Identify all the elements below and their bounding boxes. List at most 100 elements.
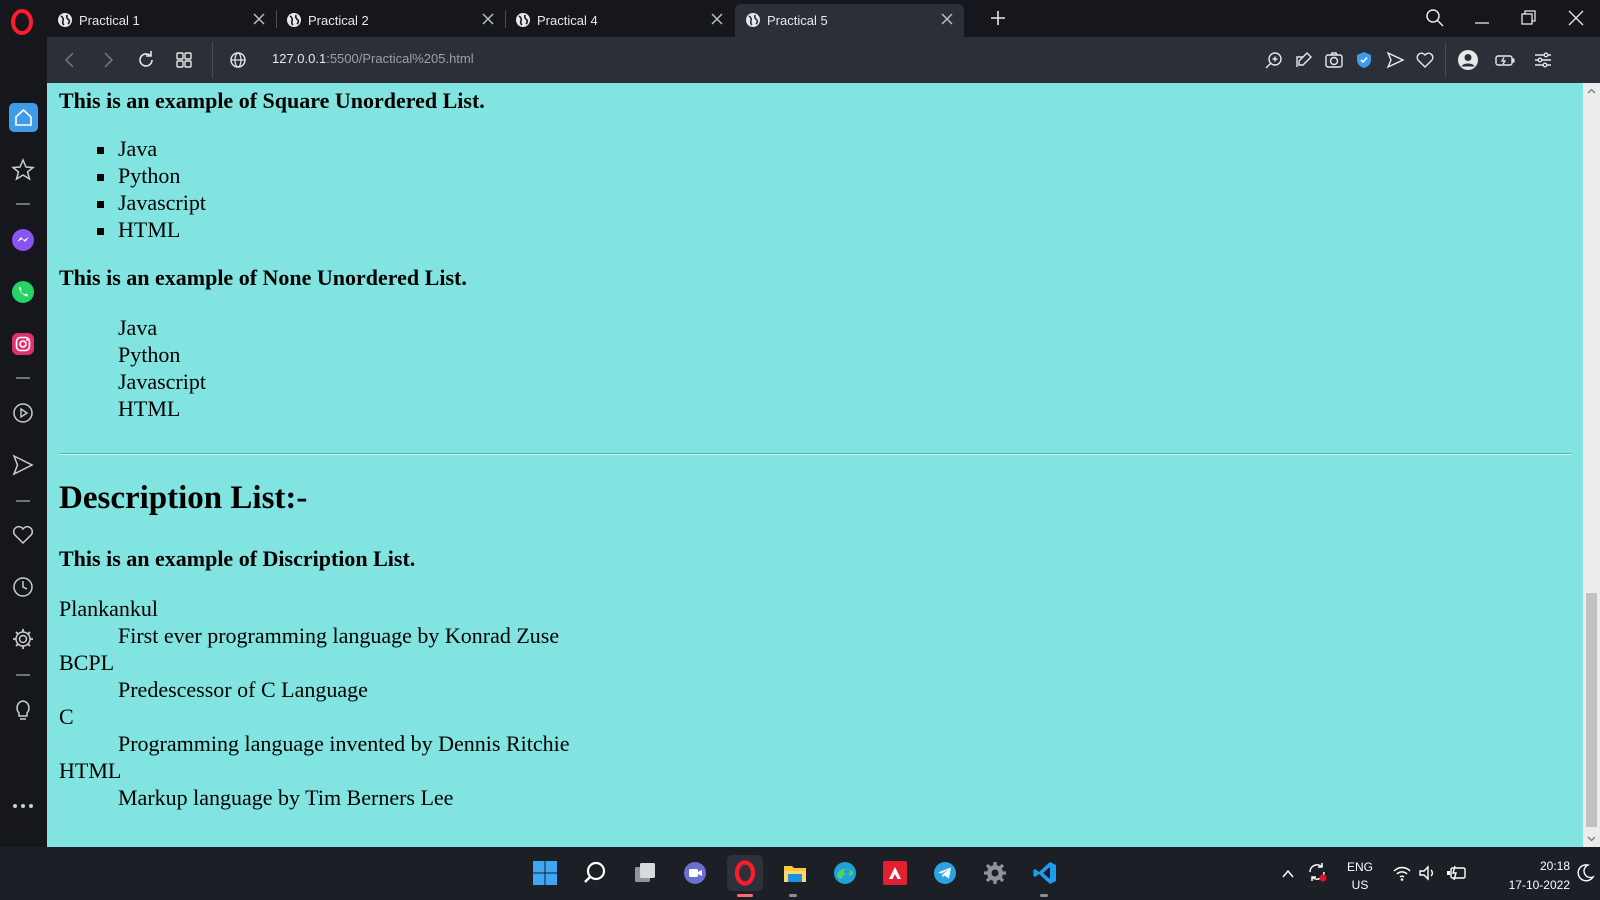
- back-icon[interactable]: [59, 49, 81, 71]
- square-bullet: [97, 201, 104, 208]
- telegram-icon: [934, 862, 956, 884]
- taskbar-search-button[interactable]: [577, 855, 613, 891]
- share-edit-icon[interactable]: [1293, 49, 1315, 71]
- scroll-up-icon[interactable]: [1587, 87, 1596, 96]
- running-indicator: [789, 894, 797, 897]
- new-tab-icon[interactable]: [988, 8, 1008, 28]
- snapshot-camera-icon[interactable]: [1323, 49, 1345, 71]
- description-term: BCPL: [59, 650, 115, 675]
- square-list-item: Java: [118, 136, 158, 161]
- zoom-icon[interactable]: [1263, 49, 1285, 71]
- send-icon[interactable]: [1384, 49, 1406, 71]
- edge-icon: [834, 862, 856, 884]
- whatsapp-icon[interactable]: [10, 279, 36, 305]
- profile-avatar-icon[interactable]: [1457, 49, 1479, 71]
- sync-alert-icon[interactable]: [1306, 861, 1328, 883]
- none-list-item: Java: [118, 315, 158, 340]
- square-bullet: [97, 228, 104, 235]
- teams-chat-button[interactable]: [677, 855, 713, 891]
- battery-saver-icon[interactable]: [1494, 49, 1516, 71]
- address-field[interactable]: 127.0.0.1:5500/Practical%205.html: [272, 51, 474, 66]
- close-tab-icon[interactable]: [252, 12, 266, 26]
- lightbulb-icon[interactable]: [10, 697, 36, 723]
- settings-gear-icon[interactable]: [10, 626, 36, 652]
- history-clock-icon[interactable]: [10, 574, 36, 600]
- square-bullet: [97, 174, 104, 181]
- tab-title: Practical 2: [308, 13, 369, 28]
- task-view-button[interactable]: [627, 855, 663, 891]
- reload-icon[interactable]: [135, 49, 157, 71]
- tab-practical-1[interactable]: Practical 1: [47, 4, 276, 37]
- clock-time[interactable]: 20:18: [1470, 859, 1570, 873]
- more-options-icon[interactable]: [10, 793, 36, 819]
- show-hidden-icons-chevron-icon[interactable]: [1281, 867, 1295, 881]
- input-region[interactable]: US: [1340, 878, 1380, 892]
- opera-icon: [734, 860, 756, 886]
- description-list-heading: This is an example of Discription List.: [59, 546, 416, 571]
- square-list-item: HTML: [118, 217, 181, 242]
- opera-logo-icon[interactable]: [8, 8, 36, 36]
- easy-setup-icon[interactable]: [1532, 49, 1554, 71]
- opera-active-indicator: [737, 894, 753, 897]
- vscode-icon: [1033, 862, 1056, 884]
- sidebar-separator: [16, 203, 30, 205]
- clock-date[interactable]: 17-10-2022: [1470, 878, 1570, 892]
- restore-icon[interactable]: [1518, 7, 1540, 29]
- tab-practical-4[interactable]: Practical 4: [505, 4, 734, 37]
- globe-icon: [287, 13, 301, 27]
- wifi-icon[interactable]: [1392, 864, 1412, 882]
- search-icon: [584, 861, 606, 883]
- address-toolbar: 127.0.0.1:5500/Practical%205.html: [47, 37, 1600, 83]
- windows-logo-icon: [533, 861, 557, 885]
- file-explorer-button[interactable]: [777, 855, 813, 891]
- square-bullet: [97, 147, 104, 154]
- tab-overview-icon[interactable]: [173, 49, 195, 71]
- scrollbar-thumb[interactable]: [1586, 593, 1597, 827]
- battery-charging-icon[interactable]: [1446, 864, 1468, 882]
- square-list-item: Python: [118, 163, 181, 188]
- messenger-icon[interactable]: [10, 227, 36, 253]
- close-tab-icon[interactable]: [481, 12, 495, 26]
- search-tabs-icon[interactable]: [1424, 7, 1446, 29]
- amd-software-button[interactable]: [877, 855, 913, 891]
- site-info-globe-icon[interactable]: [227, 49, 249, 71]
- sidebar-home-button[interactable]: [9, 103, 38, 132]
- close-tab-icon[interactable]: [710, 12, 724, 26]
- speed-dial-star-icon[interactable]: [10, 157, 36, 183]
- description-list-title: Description List:-: [59, 480, 308, 516]
- page-scrollbar[interactable]: [1583, 83, 1600, 847]
- instagram-icon[interactable]: [10, 331, 36, 357]
- taskbar-opera-button[interactable]: [727, 855, 763, 891]
- task-view-icon: [635, 863, 655, 882]
- none-list-item: HTML: [118, 396, 181, 421]
- sidebar-separator: [16, 377, 30, 379]
- close-tab-icon[interactable]: [940, 12, 954, 26]
- folder-icon: [784, 866, 806, 882]
- none-list-heading: This is an example of None Unordered Lis…: [59, 265, 467, 290]
- forward-icon[interactable]: [97, 49, 119, 71]
- settings-button[interactable]: [977, 855, 1013, 891]
- my-flow-icon[interactable]: [10, 452, 36, 478]
- focus-moon-icon[interactable]: [1577, 863, 1595, 883]
- bookmarks-heart-icon[interactable]: [10, 522, 36, 548]
- tab-title: Practical 1: [79, 13, 140, 28]
- volume-icon[interactable]: [1418, 864, 1438, 882]
- tab-practical-2[interactable]: Practical 2: [276, 4, 505, 37]
- close-window-icon[interactable]: [1565, 7, 1587, 29]
- toolbar-divider: [1445, 43, 1446, 77]
- scroll-down-icon[interactable]: [1587, 834, 1596, 843]
- telegram-button[interactable]: [927, 855, 963, 891]
- bookmark-heart-icon[interactable]: [1414, 49, 1436, 71]
- vpn-shield-icon[interactable]: [1353, 49, 1375, 71]
- player-icon[interactable]: [10, 400, 36, 426]
- windows-taskbar: ENG US 20:18 17-10-2022: [0, 847, 1600, 900]
- input-language[interactable]: ENG: [1340, 860, 1380, 874]
- tab-practical-5[interactable]: Practical 5: [735, 4, 964, 37]
- start-button[interactable]: [527, 855, 563, 891]
- running-indicator: [1040, 894, 1048, 897]
- minimize-icon[interactable]: [1471, 7, 1493, 29]
- tab-strip: Practical 1 Practical 2 Practical 4 Prac…: [0, 0, 1600, 37]
- vscode-button[interactable]: [1027, 855, 1063, 891]
- edge-button[interactable]: [827, 855, 863, 891]
- none-list-item: Javascript: [118, 369, 206, 394]
